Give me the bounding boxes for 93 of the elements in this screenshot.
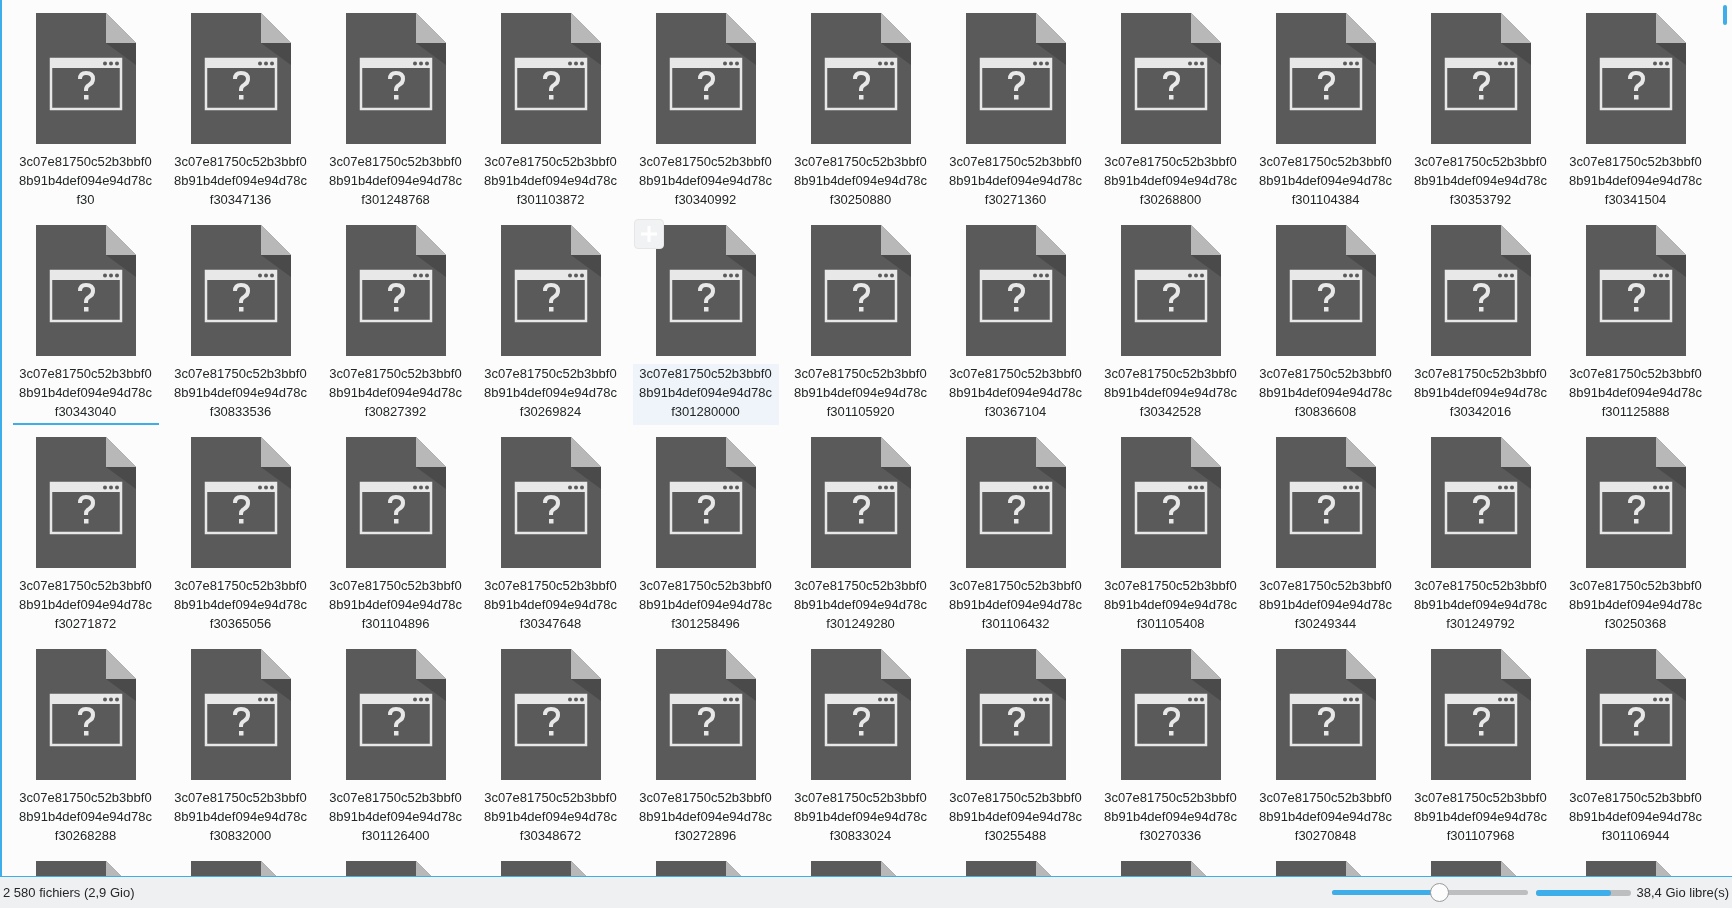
file-name[interactable]: 3c07e81750c52b3bbf08b91b4def094e94d78cf30342016 <box>1407 364 1554 425</box>
unknown-file-icon <box>655 13 756 144</box>
unknown-file-icon <box>1275 13 1376 144</box>
file-name[interactable]: 3c07e81750c52b3bbf08b91b4def094e94d78cf301103872 <box>477 152 624 213</box>
file-name[interactable]: 3c07e81750c52b3bbf08b91b4def094e94d78cf30365056 <box>167 576 314 637</box>
file-name[interactable]: 3c07e81750c52b3bbf08b91b4def094e94d78cf301248768 <box>322 152 469 213</box>
unknown-file-icon <box>1120 13 1221 144</box>
unknown-file-icon <box>35 649 136 780</box>
unknown-file-icon <box>1120 437 1221 568</box>
unknown-file-icon <box>1585 649 1686 780</box>
unknown-file-icon <box>1430 437 1531 568</box>
file-name[interactable]: 3c07e81750c52b3bbf08b91b4def094e94d78cf30347136 <box>167 152 314 213</box>
zoom-slider[interactable] <box>1331 882 1528 903</box>
file-name[interactable]: 3c07e81750c52b3bbf08b91b4def094e94d78cf30348672 <box>477 788 624 849</box>
unknown-file-icon <box>965 649 1066 780</box>
file-name[interactable]: 3c07e81750c52b3bbf08b91b4def094e94d78cf30341504 <box>1562 152 1709 213</box>
file-name[interactable]: 3c07e81750c52b3bbf08b91b4def094e94d78cf30833024 <box>787 788 934 849</box>
unknown-file-icon <box>1430 649 1531 780</box>
unknown-file-icon <box>1430 13 1531 144</box>
file-name[interactable]: 3c07e81750c52b3bbf08b91b4def094e94d78cf301104384 <box>1252 152 1399 213</box>
unknown-file-icon <box>1275 437 1376 568</box>
file-name[interactable]: 3c07e81750c52b3bbf08b91b4def094e94d78cf30255488 <box>942 788 1089 849</box>
unknown-file-icon <box>190 649 291 780</box>
file-name[interactable]: 3c07e81750c52b3bbf08b91b4def094e94d78cf30340992 <box>632 152 779 213</box>
unknown-file-icon <box>965 225 1066 356</box>
unknown-file-icon <box>655 437 756 568</box>
file-name[interactable]: 3c07e81750c52b3bbf08b91b4def094e94d78cf30268800 <box>1097 152 1244 213</box>
unknown-file-icon <box>965 437 1066 568</box>
unknown-file-icon <box>190 437 291 568</box>
file-name[interactable]: 3c07e81750c52b3bbf08b91b4def094e94d78cf30832000 <box>167 788 314 849</box>
unknown-file-icon <box>810 437 911 568</box>
file-count-text: 2 580 fichiers (2,9 Gio) <box>3 883 135 902</box>
file-name[interactable]: 3c07e81750c52b3bbf08b91b4def094e94d78cf30270848 <box>1252 788 1399 849</box>
file-name[interactable]: 3c07e81750c52b3bbf08b91b4def094e94d78cf301105920 <box>787 364 934 425</box>
file-name[interactable]: 3c07e81750c52b3bbf08b91b4def094e94d78cf30250880 <box>787 152 934 213</box>
file-name[interactable]: 3c07e81750c52b3bbf08b91b4def094e94d78cf301249792 <box>1407 576 1554 637</box>
file-name[interactable]: 3c07e81750c52b3bbf08b91b4def094e94d78cf30269824 <box>477 364 624 425</box>
file-name[interactable]: 3c07e81750c52b3bbf08b91b4def094e94d78cf30836608 <box>1252 364 1399 425</box>
file-name[interactable]: 3c07e81750c52b3bbf08b91b4def094e94d78cf30268288 <box>12 788 159 849</box>
unknown-file-icon <box>810 225 911 356</box>
select-toggle-button[interactable] <box>633 219 664 249</box>
unknown-file-icon <box>345 13 446 144</box>
unknown-file-icon <box>500 13 601 144</box>
unknown-file-icon <box>1275 225 1376 356</box>
unknown-file-icon <box>1585 225 1686 356</box>
unknown-file-icon <box>190 13 291 144</box>
unknown-file-icon <box>965 13 1066 144</box>
file-name[interactable]: 3c07e81750c52b3bbf08b91b4def094e94d78cf30271360 <box>942 152 1089 213</box>
unknown-file-icon <box>1585 437 1686 568</box>
file-name[interactable]: 3c07e81750c52b3bbf08b91b4def094e94d78cf30 <box>12 152 159 213</box>
unknown-file-icon <box>1120 225 1221 356</box>
unknown-file-icon <box>35 13 136 144</box>
unknown-file-icon <box>1275 649 1376 780</box>
unknown-file-icon <box>500 225 601 356</box>
file-name[interactable]: 3c07e81750c52b3bbf08b91b4def094e94d78cf301105408 <box>1097 576 1244 637</box>
unknown-file-icon <box>1120 649 1221 780</box>
file-name[interactable]: 3c07e81750c52b3bbf08b91b4def094e94d78cf301106944 <box>1562 788 1709 849</box>
file-name[interactable]: 3c07e81750c52b3bbf08b91b4def094e94d78cf301104896 <box>322 576 469 637</box>
unknown-file-icon <box>500 437 601 568</box>
file-name[interactable]: 3c07e81750c52b3bbf08b91b4def094e94d78cf30367104 <box>942 364 1089 425</box>
unknown-file-icon <box>345 649 446 780</box>
file-name[interactable]: 3c07e81750c52b3bbf08b91b4def094e94d78cf30272896 <box>632 788 779 849</box>
unknown-file-icon <box>345 225 446 356</box>
unknown-file-icon <box>1430 225 1531 356</box>
file-name[interactable]: 3c07e81750c52b3bbf08b91b4def094e94d78cf301126400 <box>322 788 469 849</box>
unknown-file-icon <box>1585 13 1686 144</box>
unknown-file-icon <box>500 649 601 780</box>
free-space-text: 38,4 Gio libre(s) <box>1636 883 1729 902</box>
unknown-file-icon <box>810 13 911 144</box>
file-name[interactable]: 3c07e81750c52b3bbf08b91b4def094e94d78cf301125888 <box>1562 364 1709 425</box>
unknown-file-icon <box>35 225 136 356</box>
file-name[interactable]: 3c07e81750c52b3bbf08b91b4def094e94d78cf30343040 <box>12 364 159 425</box>
scrollbar-thumb[interactable] <box>1723 5 1727 25</box>
unknown-file-icon <box>35 437 136 568</box>
file-name[interactable]: 3c07e81750c52b3bbf08b91b4def094e94d78cf301280000 <box>632 364 779 425</box>
file-name[interactable]: 3c07e81750c52b3bbf08b91b4def094e94d78cf30347648 <box>477 576 624 637</box>
file-name[interactable]: 3c07e81750c52b3bbf08b91b4def094e94d78cf30353792 <box>1407 152 1554 213</box>
unknown-file-icon <box>190 225 291 356</box>
unknown-file-icon <box>345 437 446 568</box>
file-name[interactable]: 3c07e81750c52b3bbf08b91b4def094e94d78cf30827392 <box>322 364 469 425</box>
file-name[interactable]: 3c07e81750c52b3bbf08b91b4def094e94d78cf30270336 <box>1097 788 1244 849</box>
unknown-file-icon <box>655 649 756 780</box>
file-name[interactable]: 3c07e81750c52b3bbf08b91b4def094e94d78cf30833536 <box>167 364 314 425</box>
file-name[interactable]: 3c07e81750c52b3bbf08b91b4def094e94d78cf30250368 <box>1562 576 1709 637</box>
file-name[interactable]: 3c07e81750c52b3bbf08b91b4def094e94d78cf301106432 <box>942 576 1089 637</box>
file-name[interactable]: 3c07e81750c52b3bbf08b91b4def094e94d78cf301107968 <box>1407 788 1554 849</box>
file-name[interactable]: 3c07e81750c52b3bbf08b91b4def094e94d78cf30271872 <box>12 576 159 637</box>
file-name[interactable]: 3c07e81750c52b3bbf08b91b4def094e94d78cf30249344 <box>1252 576 1399 637</box>
file-name[interactable]: 3c07e81750c52b3bbf08b91b4def094e94d78cf30342528 <box>1097 364 1244 425</box>
file-name[interactable]: 3c07e81750c52b3bbf08b91b4def094e94d78cf301258496 <box>632 576 779 637</box>
unknown-file-icon <box>810 649 911 780</box>
unknown-file-icon <box>655 225 756 356</box>
file-name[interactable]: 3c07e81750c52b3bbf08b91b4def094e94d78cf301249280 <box>787 576 934 637</box>
